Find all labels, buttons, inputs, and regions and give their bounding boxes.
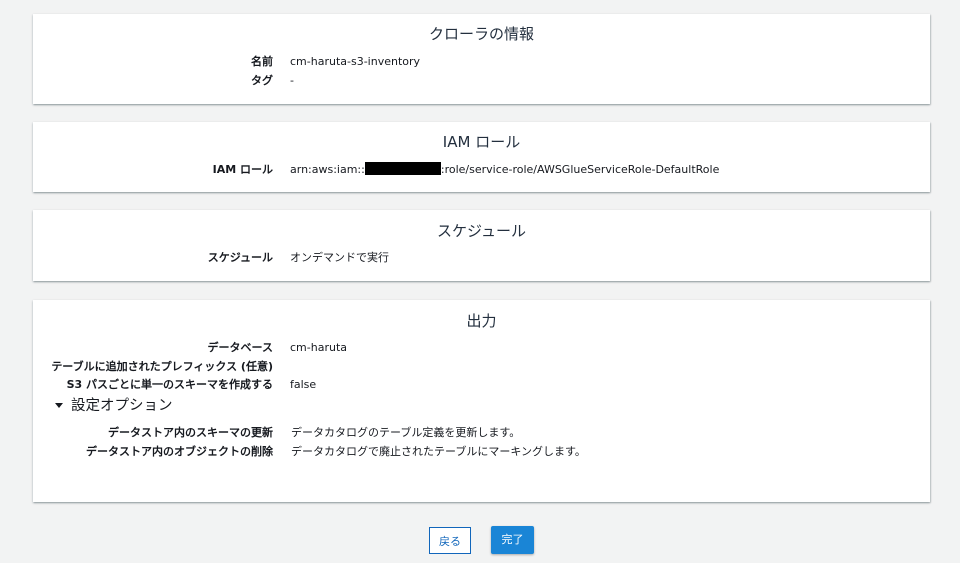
schedule-panel: スケジュール スケジュール オンデマンドで実行 <box>33 210 930 281</box>
object-deletion-row: データストア内のオブジェクトの削除 データカタログで廃止されたテーブルにマーキン… <box>33 443 930 461</box>
iam-role-panel: IAM ロール IAM ロール arn:aws:iam:::role/servi… <box>33 122 930 192</box>
object-deletion-value: データカタログで廃止されたテーブルにマーキングします。 <box>291 445 586 458</box>
finish-button[interactable]: 完了 <box>491 526 534 554</box>
crawler-tags-value: - <box>290 74 294 87</box>
object-deletion-label: データストア内のオブジェクトの削除 <box>86 445 273 458</box>
iam-role-value-prefix: arn:aws:iam:: <box>290 163 365 176</box>
output-database-value: cm-haruta <box>290 341 347 354</box>
iam-role-label: IAM ロール <box>212 163 273 176</box>
iam-role-value: arn:aws:iam:::role/service-role/AWSGlueS… <box>290 161 719 179</box>
crawler-tags-label: タグ <box>251 74 273 87</box>
configuration-options-toggle[interactable]: 設定オプション <box>55 396 173 416</box>
caret-down-icon <box>55 403 63 408</box>
schema-update-label: データストア内のスキーマの更新 <box>108 426 273 439</box>
output-database-row: データベース cm-haruta <box>33 339 930 357</box>
crawler-name-value: cm-haruta-s3-inventory <box>290 55 421 68</box>
crawler-info-title: クローラの情報 <box>428 25 534 43</box>
output-database-label: データベース <box>207 341 273 354</box>
crawler-info-panel: クローラの情報 名前 cm-haruta-s3-inventory タグ - <box>33 14 930 104</box>
output-title: 出力 <box>466 312 497 330</box>
output-single-schema-row: S3 パスごとに単一のスキーマを作成する false <box>33 376 930 394</box>
schema-update-value: データカタログのテーブル定義を更新します。 <box>291 426 521 439</box>
back-button[interactable]: 戻る <box>429 527 471 554</box>
crawler-tags-row: タグ - <box>33 72 930 90</box>
output-single-schema-label: S3 パスごとに単一のスキーマを作成する <box>66 378 273 391</box>
schedule-label: スケジュール <box>207 251 273 264</box>
schedule-title: スケジュール <box>437 222 526 240</box>
crawler-name-row: 名前 cm-haruta-s3-inventory <box>33 53 930 71</box>
output-prefix-label: テーブルに追加されたプレフィックス (任意) <box>51 360 273 373</box>
iam-role-value-suffix: :role/service-role/AWSGlueServiceRole-De… <box>440 163 720 176</box>
output-single-schema-value: false <box>290 378 317 391</box>
crawler-name-label: 名前 <box>251 55 273 68</box>
schema-update-row: データストア内のスキーマの更新 データカタログのテーブル定義を更新します。 <box>33 424 930 442</box>
schedule-row: スケジュール オンデマンドで実行 <box>33 249 930 267</box>
redacted-account-id <box>364 162 441 175</box>
iam-role-title: IAM ロール <box>442 133 521 151</box>
configuration-options-label: 設定オプション <box>71 398 173 414</box>
output-prefix-row: テーブルに追加されたプレフィックス (任意) <box>33 358 930 376</box>
iam-role-row: IAM ロール arn:aws:iam:::role/service-role/… <box>33 161 930 179</box>
schedule-value: オンデマンドで実行 <box>290 251 389 264</box>
output-panel: 出力 データベース cm-haruta テーブルに追加されたプレフィックス (任… <box>33 300 930 502</box>
